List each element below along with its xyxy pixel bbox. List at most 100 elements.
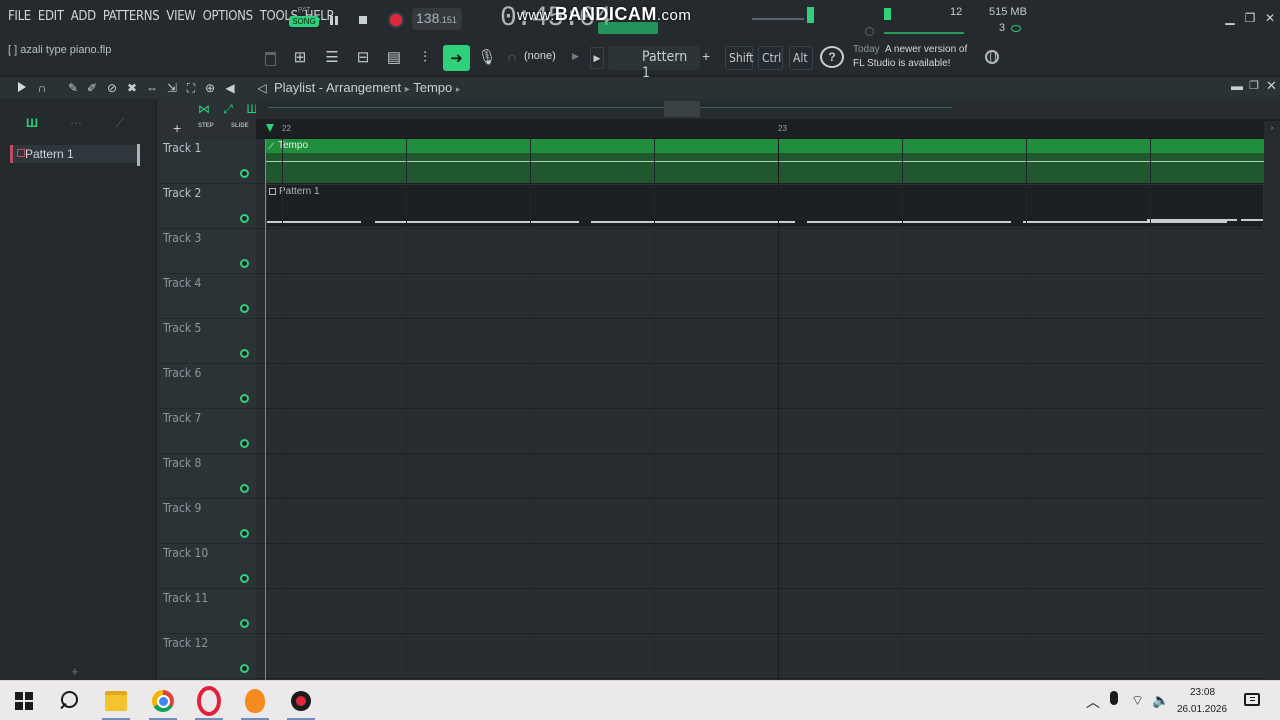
fl-studio-icon[interactable] <box>243 689 267 713</box>
arrangement-grid[interactable]: 22 23 ⟋ Tempo Pattern 1 › <box>256 99 1280 680</box>
playlist-options-arrow[interactable] <box>18 82 26 92</box>
menu-patterns[interactable]: PATTERNS <box>101 9 162 24</box>
track-mute-led[interactable] <box>240 619 249 628</box>
track-header[interactable]: Track 1 <box>160 139 256 184</box>
track-mute-led[interactable] <box>240 214 249 223</box>
track-lane[interactable] <box>256 544 1264 589</box>
picker-patterns-icon[interactable]: Ш <box>24 115 40 131</box>
opera-icon[interactable] <box>197 689 221 713</box>
menu-view[interactable]: VIEW <box>164 9 197 24</box>
chevron-right-icon[interactable]: › <box>1266 123 1278 135</box>
stop-button[interactable] <box>351 9 375 31</box>
track-header[interactable]: Track 5 <box>160 319 256 364</box>
news-text-line1[interactable]: A newer version of <box>885 44 967 55</box>
pattern-menu-arrow[interactable]: ▶ <box>590 47 604 69</box>
volume-icon[interactable]: 🔈 <box>1152 692 1169 709</box>
track-header[interactable]: Track 2 <box>160 184 256 229</box>
tempo-display[interactable]: 138.151 <box>412 8 462 30</box>
add-pattern-button[interactable]: + <box>702 48 710 64</box>
menu-file[interactable]: FILE <box>6 9 33 24</box>
track-mute-led[interactable] <box>240 259 249 268</box>
ctrl-key-button[interactable]: Ctrl <box>758 46 783 70</box>
playlist-current-clip[interactable]: Tempo <box>413 80 452 95</box>
file-explorer-icon[interactable] <box>104 689 128 713</box>
track-lane[interactable] <box>256 319 1264 364</box>
track-lane[interactable] <box>256 364 1264 409</box>
chrome-icon[interactable] <box>151 689 175 713</box>
mute-tool-icon[interactable]: ✖ <box>124 80 140 96</box>
playlist-back-icon[interactable]: ◁ <box>254 80 270 96</box>
track-lane[interactable] <box>256 634 1264 679</box>
microphone-icon[interactable] <box>1110 691 1118 705</box>
pencil-icon[interactable]: ✎ <box>65 80 81 96</box>
playhead-marker[interactable] <box>266 124 274 132</box>
track-lane[interactable] <box>256 589 1264 634</box>
bandicam-icon[interactable] <box>289 689 313 713</box>
window-minimize-button[interactable]: ▁ <box>1221 11 1239 27</box>
shift-key-button[interactable]: Shift <box>725 46 754 70</box>
track-mute-led[interactable] <box>240 394 249 403</box>
slip-tool-icon[interactable]: ⇔ <box>144 80 160 96</box>
playback-tool-icon[interactable]: ◀ <box>222 80 238 96</box>
network-icon[interactable]: ⌔ <box>1131 692 1144 710</box>
automation-clip-tempo[interactable]: ⟋ Tempo <box>266 139 1264 183</box>
playlist-view-icon[interactable]: ⊞ <box>288 44 312 70</box>
wave-icon[interactable]: ⋈ <box>196 101 212 117</box>
track-lane[interactable] <box>256 454 1264 499</box>
picker-audio-icon[interactable]: ⋯ <box>68 115 84 131</box>
notifications-icon[interactable] <box>1244 693 1260 706</box>
track-mute-led[interactable] <box>240 574 249 583</box>
mixer-icon[interactable]: ⫶ <box>413 44 437 70</box>
menu-add[interactable]: ADD <box>69 9 98 24</box>
channel-rack-icon[interactable]: ☰ <box>320 44 344 70</box>
globe-icon[interactable] <box>985 50 999 64</box>
overview-scroll-window[interactable] <box>664 101 700 117</box>
start-icon[interactable] <box>12 689 36 713</box>
search-icon[interactable] <box>57 689 81 713</box>
magnet-icon[interactable]: ∩ <box>34 80 50 96</box>
master-volume-handle[interactable] <box>807 7 814 23</box>
step-edit-button[interactable]: ➜ <box>443 45 470 71</box>
slide-label[interactable]: SLIDE <box>231 123 249 129</box>
step-label[interactable]: STEP <box>198 123 214 129</box>
clock-time[interactable]: 23:08 <box>1190 687 1215 698</box>
track-mute-led[interactable] <box>240 304 249 313</box>
track-header[interactable]: Track 4 <box>160 274 256 319</box>
track-lane[interactable] <box>256 409 1264 454</box>
track-lanes[interactable]: ⟋ Tempo Pattern 1 <box>256 139 1264 680</box>
select-tool-icon[interactable]: ⛶ <box>183 80 199 96</box>
playlist-overview[interactable] <box>256 99 1280 119</box>
track-mute-led[interactable] <box>240 439 249 448</box>
menu-options[interactable]: OPTIONS <box>201 9 255 24</box>
picker-automation-icon[interactable]: ⟋ <box>112 115 128 131</box>
playlist-maximize-button[interactable]: ❐ <box>1249 79 1259 92</box>
microphone-icon[interactable]: 🎙 <box>475 44 499 70</box>
pattern-clip[interactable]: Pattern 1 <box>266 184 1264 228</box>
track-header[interactable]: Track 10 <box>160 544 256 589</box>
chevron-right-icon[interactable]: ▶ <box>572 51 579 62</box>
midi-input-select[interactable]: (none) <box>524 50 556 62</box>
track-header[interactable]: Track 3 <box>160 229 256 274</box>
paint-icon[interactable]: ✐ <box>84 80 100 96</box>
tray-overflow-icon[interactable]: ︿ <box>1086 692 1100 712</box>
piano-roll-icon[interactable]: ⊟ <box>351 44 375 70</box>
track-mute-led[interactable] <box>240 484 249 493</box>
track-header[interactable]: Track 8 <box>160 454 256 499</box>
track-mute-led[interactable] <box>240 349 249 358</box>
track-mute-led[interactable] <box>240 529 249 538</box>
track-lane[interactable] <box>256 499 1264 544</box>
track-header[interactable]: Track 12 <box>160 634 256 679</box>
clock-date[interactable]: 26.01.2026 <box>1177 704 1227 715</box>
track-header[interactable]: Track 9 <box>160 499 256 544</box>
browser-icon[interactable]: ▤ <box>382 44 406 70</box>
menu-edit[interactable]: EDIT <box>36 9 66 24</box>
automation-icon[interactable]: ⤢ <box>220 101 236 117</box>
pattern-selector[interactable]: Pattern 1 <box>608 46 700 81</box>
record-button[interactable] <box>384 9 408 31</box>
add-track-button[interactable]: + <box>173 120 181 136</box>
picker-item-pattern-1[interactable]: Pattern 1 <box>10 145 138 163</box>
pause-button[interactable] <box>322 9 346 31</box>
track-header[interactable]: Track 11 <box>160 589 256 634</box>
master-pitch-knob[interactable] <box>865 27 874 36</box>
track-lane[interactable] <box>256 274 1264 319</box>
